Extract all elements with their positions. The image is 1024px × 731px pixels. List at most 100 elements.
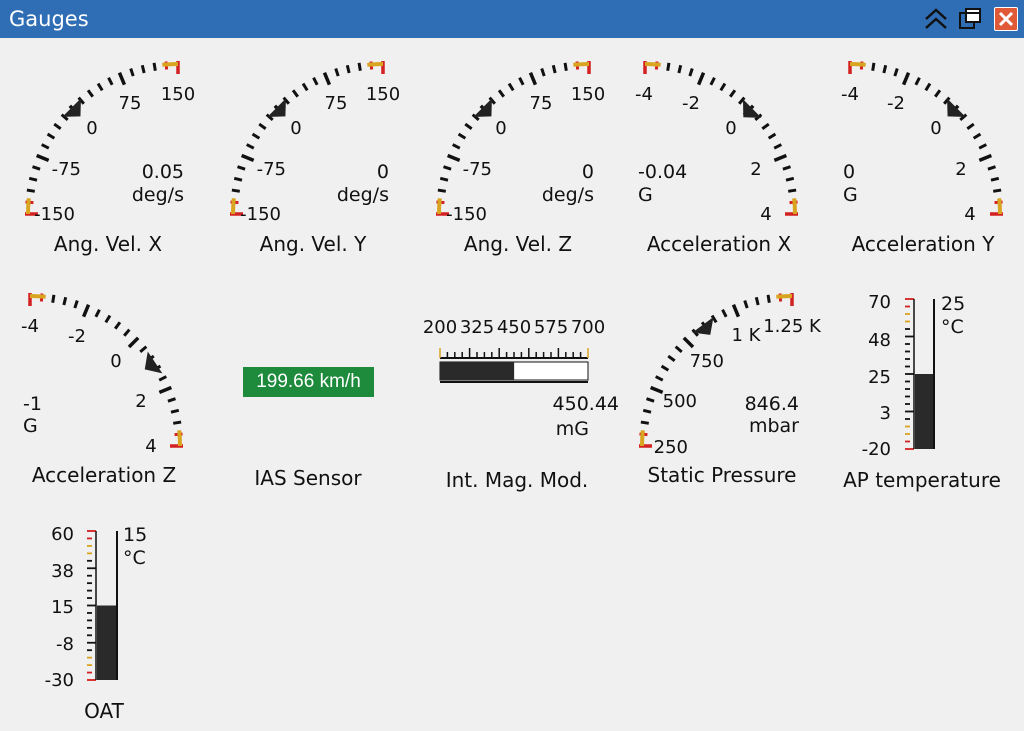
tick-label: 70 xyxy=(868,292,891,313)
scale-tick xyxy=(551,64,557,74)
scale-tick xyxy=(96,82,104,92)
needle-marker xyxy=(144,351,163,374)
needle-marker xyxy=(947,98,966,117)
tick-label: -75 xyxy=(462,159,492,180)
scale-tick xyxy=(871,62,876,72)
thermo-bar-fill xyxy=(97,605,116,680)
tick-label: -2 xyxy=(68,326,86,347)
scale-tick xyxy=(233,176,243,182)
gauge-unit: deg/s xyxy=(131,184,184,206)
tick-label: 575 xyxy=(533,317,569,338)
scale-tick xyxy=(709,76,716,86)
scale-tick xyxy=(990,176,1000,182)
scale-tick xyxy=(40,143,50,150)
scale-tick xyxy=(666,62,671,72)
tick-label: 250 xyxy=(653,437,688,458)
tick-label: 75 xyxy=(118,93,142,114)
gauge-value: -1 xyxy=(23,393,42,415)
scale-tick xyxy=(682,336,695,349)
tick-label: -8 xyxy=(56,634,74,655)
gauge-value: 0 xyxy=(581,161,594,183)
scale-tick xyxy=(357,62,362,72)
scale-tick xyxy=(107,76,114,86)
tick-label: -150 xyxy=(240,204,281,225)
amber-band xyxy=(29,294,46,299)
gauge-label: Acceleration X xyxy=(646,232,792,256)
scale-tick xyxy=(81,303,91,318)
scale-tick xyxy=(642,408,652,414)
scale-tick xyxy=(924,82,932,92)
tick-label: 1 K xyxy=(731,325,761,346)
amber-band xyxy=(849,62,866,67)
scale-tick xyxy=(696,71,706,86)
tick-label: -20 xyxy=(861,439,891,460)
scale-tick xyxy=(934,89,942,98)
tick-label: 0 xyxy=(290,118,302,139)
scale-tick xyxy=(104,314,112,324)
tick-label: -150 xyxy=(446,204,487,225)
amber-band xyxy=(26,198,31,215)
scale-tick xyxy=(443,165,452,171)
gauge-unit: G xyxy=(638,184,653,206)
tick-label: 4 xyxy=(964,204,976,225)
needle-marker xyxy=(692,317,714,335)
scale-tick xyxy=(439,176,449,182)
tick-label: -150 xyxy=(34,204,75,225)
amber-band xyxy=(573,62,590,67)
tick-label: 0 xyxy=(110,351,122,372)
amber-band xyxy=(162,62,179,67)
gauge-unit: mbar xyxy=(748,415,799,437)
scale-tick xyxy=(972,132,982,140)
scale-tick xyxy=(767,132,777,140)
gauge-unit: °C xyxy=(941,316,964,338)
gauge-unit: G xyxy=(843,184,858,206)
gauge-value: 15 xyxy=(123,524,148,546)
scale-tick xyxy=(893,68,899,77)
gauge-label: Int. Mag. Mod. xyxy=(445,468,589,492)
scale-tick xyxy=(677,64,683,74)
scale-tick xyxy=(773,143,783,150)
gauge-unit: °C xyxy=(123,547,146,569)
amber-band xyxy=(367,62,384,67)
scale-tick xyxy=(62,296,68,306)
tick-label: -4 xyxy=(635,84,653,105)
scale-tick xyxy=(35,153,50,163)
scale-tick xyxy=(140,64,146,74)
scale-tick xyxy=(51,294,56,304)
scale-tick xyxy=(86,89,94,98)
scale-tick xyxy=(563,62,568,72)
scale-tick xyxy=(766,294,771,304)
scale-tick xyxy=(237,165,246,171)
scale-tick xyxy=(28,176,38,182)
gauge-label: Acceleration Y xyxy=(851,232,995,256)
gauge-label: Ang. Vel. Y xyxy=(259,232,367,256)
gauge-value: 0 xyxy=(843,161,856,183)
scale-tick xyxy=(966,122,975,130)
gauges-canvas xyxy=(25,61,1003,681)
tick-label: 15 xyxy=(51,597,74,618)
gauge-label: Ang. Vel. X xyxy=(53,232,163,256)
scale-tick xyxy=(114,321,122,330)
scale-tick xyxy=(46,132,56,140)
scale-tick xyxy=(882,64,888,74)
scale-tick xyxy=(231,188,241,193)
amber-band xyxy=(231,198,236,215)
gauge-value: 0.05 xyxy=(141,161,184,183)
tick-label: -30 xyxy=(44,670,74,691)
tick-label: 75 xyxy=(324,93,348,114)
scale-tick xyxy=(782,165,791,171)
scale-tick xyxy=(123,328,131,337)
scale-tick xyxy=(978,153,993,163)
tick-label: 1.25 K xyxy=(763,316,821,337)
scale-tick xyxy=(721,308,728,318)
scale-tick xyxy=(649,385,664,395)
scale-tick xyxy=(158,385,173,395)
tick-label: 25 xyxy=(868,367,891,388)
tick-label: -75 xyxy=(256,159,286,180)
scale-tick xyxy=(729,89,737,98)
scale-tick xyxy=(437,188,447,193)
scale-tick xyxy=(507,82,515,92)
scale-tick xyxy=(640,420,650,425)
scale-tick xyxy=(258,122,267,130)
scale-tick xyxy=(291,89,299,98)
